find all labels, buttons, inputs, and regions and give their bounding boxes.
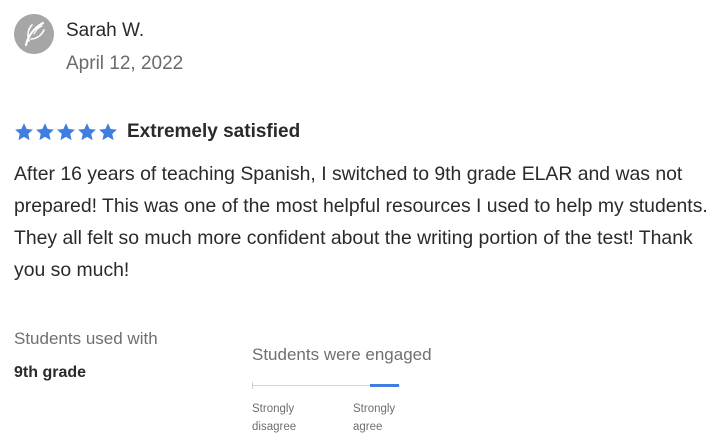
scale-max-line1: Strongly: [353, 400, 395, 418]
scale-max-line2: agree: [353, 418, 395, 436]
review-date: April 12, 2022: [66, 53, 183, 75]
engagement-level-fill: [370, 384, 399, 387]
star-icon: [14, 122, 34, 142]
used-with-value: 9th grade: [14, 364, 86, 382]
scale-start-tick: [252, 382, 253, 389]
star-icon: [98, 122, 118, 142]
scale-min-label: Strongly disagree: [252, 400, 296, 436]
star-icon: [56, 122, 76, 142]
scale-max-label: Strongly agree: [353, 400, 395, 436]
leaf-avatar-icon: [14, 14, 54, 54]
rating-row: Extremely satisfied: [14, 118, 300, 146]
star-icon: [77, 122, 97, 142]
rating-label: Extremely satisfied: [127, 121, 300, 143]
star-rating: [14, 122, 119, 142]
used-with-label: Students used with: [14, 329, 158, 349]
engagement-scale: [252, 384, 400, 387]
scale-min-line2: disagree: [252, 418, 296, 436]
star-icon: [35, 122, 55, 142]
review-text: After 16 years of teaching Spanish, I sw…: [14, 158, 718, 286]
reviewer-name: Sarah W.: [66, 20, 144, 42]
scale-min-line1: Strongly: [252, 400, 296, 418]
reviewer-avatar: [14, 14, 54, 54]
engagement-label: Students were engaged: [252, 345, 432, 365]
